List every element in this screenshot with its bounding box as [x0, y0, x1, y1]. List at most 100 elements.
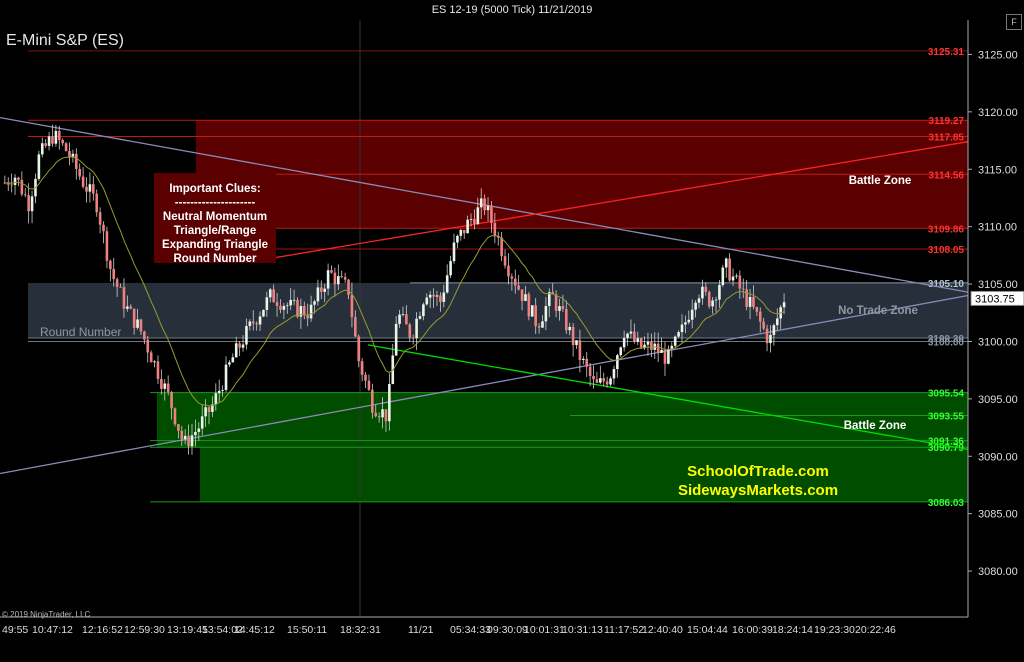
last-price-label: 3103.75 [975, 293, 1015, 305]
candle [313, 301, 316, 305]
candle [605, 381, 609, 385]
candle [575, 340, 578, 346]
candle [493, 222, 497, 236]
candle [500, 237, 503, 257]
candle [115, 279, 119, 287]
candle [88, 184, 92, 192]
time-tick-label: 15:04:44 [687, 624, 728, 636]
candle [585, 358, 589, 367]
candle [561, 306, 565, 309]
candle [238, 343, 241, 348]
candle [136, 319, 139, 328]
candle [224, 364, 228, 390]
time-tick-label: 49:55 [2, 624, 28, 636]
level-label: 3125.31 [928, 47, 965, 58]
candle [27, 195, 30, 212]
candle [10, 184, 13, 186]
candle [207, 407, 211, 412]
candle [340, 276, 344, 278]
candle [105, 231, 109, 261]
price-chart[interactable]: 3125.31 3119.27 3117.85 3114.56 3109.86 3108.… [0, 0, 1024, 662]
time-axis: 49:55 10:47:12 12:16:52 12:59:30 13:19:4513:… [0, 616, 968, 636]
candle [204, 407, 207, 417]
candle [180, 430, 184, 440]
candle [122, 287, 126, 309]
price-tick-label: 3105.00 [978, 279, 1018, 291]
time-tick-label: 20:22:46 [855, 624, 896, 636]
candle [704, 286, 708, 292]
candle [663, 349, 667, 364]
candle [384, 409, 388, 422]
candle [129, 306, 133, 309]
candle [316, 287, 320, 302]
candle [707, 291, 711, 307]
candle [194, 431, 197, 436]
candle [690, 309, 694, 320]
price-axis: 3080.00 3085.00 3090.00 3095.00 3100.00 3105.… [967, 20, 1024, 617]
candle [738, 275, 742, 289]
candle [510, 276, 514, 279]
candle [354, 317, 357, 337]
candle [432, 294, 435, 297]
candle [656, 343, 660, 353]
candle [102, 224, 105, 232]
time-tick-label: 18:32:31 [340, 624, 381, 636]
candle [166, 383, 170, 392]
time-tick-label: 18:24:14 [772, 624, 813, 636]
website-label: SchoolOfTrade.com [687, 463, 829, 480]
candle [775, 318, 779, 326]
candle [479, 198, 483, 208]
candle [330, 270, 333, 273]
candle [554, 294, 558, 311]
candle [245, 326, 248, 345]
candle [425, 297, 429, 305]
candle [251, 321, 255, 324]
candle [547, 292, 551, 306]
candle [445, 275, 449, 293]
time-tick-label: 12:40:40 [642, 624, 683, 636]
candle [92, 184, 95, 194]
candle [449, 261, 452, 276]
f-button[interactable]: F [1006, 14, 1022, 30]
candle [371, 389, 374, 413]
candle [442, 292, 446, 302]
time-tick-label: 05:34:33 [450, 624, 491, 636]
candle [558, 306, 561, 311]
candle [57, 130, 61, 141]
candle [132, 308, 136, 328]
candle [439, 295, 442, 302]
level-label: 3108.05 [928, 245, 965, 256]
candle [98, 212, 102, 225]
candle [156, 361, 160, 379]
candle [401, 314, 405, 315]
candle [684, 322, 687, 325]
candle [23, 194, 27, 196]
candle [139, 319, 143, 332]
candle [200, 416, 204, 429]
title-bar: ES 12-19 (5000 Tick) 11/21/2019 [0, 0, 1024, 20]
candle [452, 242, 456, 262]
candle [435, 295, 439, 297]
instrument-label: E-Mini S&P (ES) [6, 32, 124, 49]
candle [319, 287, 323, 292]
candle [714, 299, 718, 301]
candle [364, 374, 367, 381]
candle [520, 289, 524, 301]
candle [636, 338, 640, 342]
candle [326, 270, 330, 289]
candle [415, 318, 418, 339]
candle [61, 140, 64, 144]
candle [296, 299, 299, 317]
candle [20, 179, 24, 195]
price-tick-label: 3110.00 [978, 222, 1017, 234]
level-label: 3093.55 [928, 412, 965, 423]
candle [217, 390, 221, 394]
candle [745, 289, 748, 307]
no-trade-zone-label: No Trade Zone [838, 305, 918, 317]
candle [602, 378, 606, 382]
candle [711, 300, 714, 307]
candle [701, 286, 704, 299]
time-tick-label: 14:45:12 [234, 624, 275, 636]
candle [527, 294, 531, 317]
candle [616, 355, 619, 370]
